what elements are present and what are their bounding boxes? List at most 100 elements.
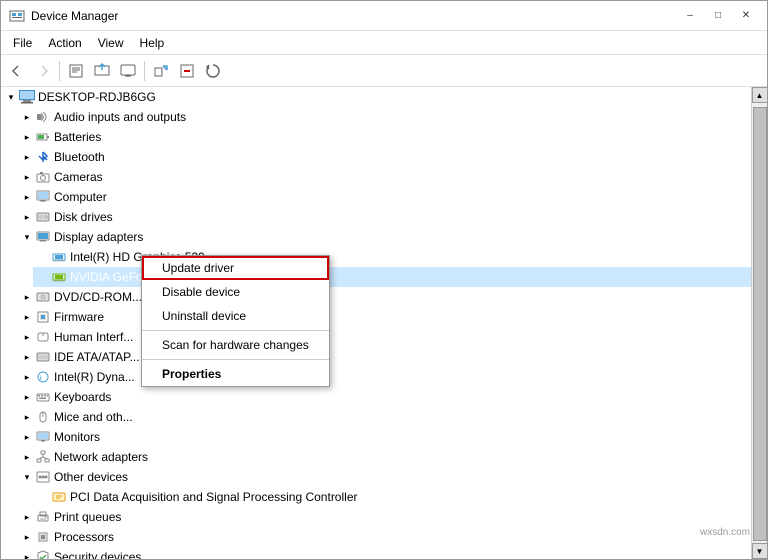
tree-item-processors[interactable]: ▸ Processors [17, 527, 751, 547]
tree-item-computer[interactable]: ▸ Computer [17, 187, 751, 207]
tree-item-network[interactable]: ▸ Network adapters [17, 447, 751, 467]
keyboards-expand[interactable]: ▸ [19, 389, 35, 405]
menu-view[interactable]: View [90, 34, 132, 52]
other-icon [35, 469, 51, 485]
tree-root[interactable]: ▾ DESKTOP-RDJB6GG [1, 87, 751, 107]
maximize-button[interactable]: □ [705, 6, 731, 26]
toolbar [1, 55, 767, 87]
scroll-up-button[interactable]: ▲ [752, 87, 768, 103]
remove-button[interactable] [175, 59, 199, 83]
tree-item-print[interactable]: ▸ Print queues [17, 507, 751, 527]
camera-icon [35, 169, 51, 185]
uninstall-device-label: Uninstall device [162, 309, 246, 323]
context-properties[interactable]: Properties [142, 362, 329, 386]
display-expand[interactable]: ▾ [19, 229, 35, 245]
monitors-expand[interactable]: ▸ [19, 429, 35, 445]
disk-icon [35, 209, 51, 225]
bluetooth-label: Bluetooth [54, 150, 105, 164]
print-expand[interactable]: ▸ [19, 509, 35, 525]
menu-action[interactable]: Action [40, 34, 89, 52]
tree-item-bluetooth[interactable]: ▸ Bluetooth [17, 147, 751, 167]
tree-item-security[interactable]: ▸ Security devices [17, 547, 751, 559]
watermark: wxsdn.com [700, 527, 750, 538]
menu-help[interactable]: Help [132, 34, 173, 52]
security-icon [35, 549, 51, 559]
tree-item-mice[interactable]: ▸ Mice and oth... [17, 407, 751, 427]
battery-icon [35, 129, 51, 145]
ide-expand[interactable]: ▸ [19, 349, 35, 365]
forward-button[interactable] [31, 59, 55, 83]
display-label: Display adapters [54, 230, 143, 244]
toolbar-separator-1 [59, 61, 60, 81]
security-expand[interactable]: ▸ [19, 549, 35, 559]
audio-expand[interactable]: ▸ [19, 109, 35, 125]
tree-item-cameras[interactable]: ▸ Cameras [17, 167, 751, 187]
properties-label: Properties [162, 367, 221, 381]
computer-label: Computer [54, 190, 107, 204]
tree-item-intel-dyn[interactable]: ▸ i Intel(R) Dyna... [17, 367, 751, 387]
network-label: Network adapters [54, 450, 148, 464]
tree-pane[interactable]: ▾ DESKTOP-RDJB6GG ▸ [1, 87, 751, 559]
intel-dyn-expand[interactable]: ▸ [19, 369, 35, 385]
computer-icon2 [35, 189, 51, 205]
title-bar-icon [9, 8, 25, 24]
close-button[interactable]: ✕ [733, 6, 759, 26]
processor-icon [35, 529, 51, 545]
menu-file[interactable]: File [5, 34, 40, 52]
tree-item-keyboards[interactable]: ▸ Keyboards [17, 387, 751, 407]
root-expand[interactable]: ▾ [3, 89, 19, 105]
tree-item-audio[interactable]: ▸ Audio inputs and outputs [17, 107, 751, 127]
root-label: DESKTOP-RDJB6GG [38, 90, 156, 104]
device-manager-window: Device Manager – □ ✕ File Action View He… [0, 0, 768, 560]
back-button[interactable] [5, 59, 29, 83]
update-driver-button[interactable] [90, 59, 114, 83]
computer-expand[interactable]: ▸ [19, 189, 35, 205]
scroll-down-button[interactable]: ▼ [752, 543, 768, 559]
pci-label: PCI Data Acquisition and Signal Processi… [70, 490, 357, 504]
context-disable-device[interactable]: Disable device [142, 280, 329, 304]
ide-label: IDE ATA/ATAP... [54, 350, 140, 364]
dvd-expand[interactable]: ▸ [19, 289, 35, 305]
cameras-expand[interactable]: ▸ [19, 169, 35, 185]
context-update-driver[interactable]: Update driver [142, 256, 329, 280]
disk-expand[interactable]: ▸ [19, 209, 35, 225]
minimize-button[interactable]: – [677, 6, 703, 26]
mice-expand[interactable]: ▸ [19, 409, 35, 425]
display-card-icon-2 [51, 269, 67, 285]
context-scan-hardware[interactable]: Scan for hardware changes [142, 333, 329, 357]
tree-item-firmware[interactable]: ▸ Firmware [17, 307, 751, 327]
tree-item-disk[interactable]: ▸ Disk drives [17, 207, 751, 227]
other-expand[interactable]: ▾ [19, 469, 35, 485]
processors-expand[interactable]: ▸ [19, 529, 35, 545]
tree-item-hid[interactable]: ▸ Human Interf... [17, 327, 751, 347]
mice-label: Mice and oth... [54, 410, 133, 424]
dvd-icon [35, 289, 51, 305]
tree-item-monitors[interactable]: ▸ Monitors [17, 427, 751, 447]
tree-item-pci[interactable]: ▸ PCI Data Acquisition and Signal Proces… [33, 487, 751, 507]
context-uninstall-device[interactable]: Uninstall device [142, 304, 329, 328]
tree-item-display[interactable]: ▾ Display adapters [17, 227, 751, 247]
disable-device-label: Disable device [162, 285, 240, 299]
tree-item-ide[interactable]: ▸ IDE ATA/ATAP... [17, 347, 751, 367]
batteries-expand[interactable]: ▸ [19, 129, 35, 145]
keyboard-icon [35, 389, 51, 405]
tree-item-batteries[interactable]: ▸ Batteries [17, 127, 751, 147]
monitor-icon [35, 429, 51, 445]
properties-button[interactable] [64, 59, 88, 83]
tree-item-dvd[interactable]: ▸ DVD/CD-ROM... [17, 287, 751, 307]
audio-label: Audio inputs and outputs [54, 110, 186, 124]
pci-icon [51, 489, 67, 505]
network-expand[interactable]: ▸ [19, 449, 35, 465]
scan-button[interactable] [201, 59, 225, 83]
mouse-icon [35, 409, 51, 425]
display-button[interactable] [116, 59, 140, 83]
vertical-scrollbar[interactable]: ▲ ▼ [751, 87, 767, 559]
hid-expand[interactable]: ▸ [19, 329, 35, 345]
scroll-thumb[interactable] [753, 107, 767, 541]
bluetooth-expand[interactable]: ▸ [19, 149, 35, 165]
update-driver-label: Update driver [162, 261, 234, 275]
tree-item-other[interactable]: ▾ Other devices [17, 467, 751, 487]
firmware-expand[interactable]: ▸ [19, 309, 35, 325]
ide-icon [35, 349, 51, 365]
add-button[interactable] [149, 59, 173, 83]
